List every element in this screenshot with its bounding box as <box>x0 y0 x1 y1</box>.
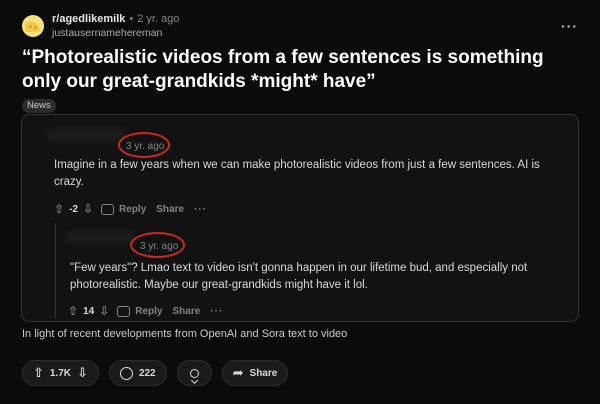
post-flair[interactable]: News <box>22 99 56 113</box>
downvote-icon[interactable]: ⇩ <box>83 202 93 216</box>
upvote-count: 1.7K <box>49 367 72 379</box>
comment-count: 222 <box>138 367 156 379</box>
post-image[interactable]: 3 yr. ago Imagine in a few years when we… <box>21 114 579 322</box>
comment-actions: ⇧ -2 ⇩ Reply Share ··· <box>54 202 207 216</box>
share-icon: ➦ <box>232 365 244 380</box>
post-caption: In light of recent developments from Ope… <box>22 328 348 340</box>
downvote-icon[interactable]: ⇩ <box>77 365 88 381</box>
upvote-icon[interactable]: ⇧ <box>68 304 78 318</box>
subreddit-name[interactable]: r/agedlikemilk <box>52 13 125 25</box>
more-icon[interactable]: ··· <box>561 18 578 34</box>
comment-text: Imagine in a few years when we can make … <box>54 159 540 188</box>
highlight-circle <box>118 132 170 158</box>
share-button[interactable]: Share <box>156 204 184 215</box>
share-label: Share <box>249 367 278 379</box>
comment-actions: ⇧ 14 ⇩ Reply Share ··· <box>68 304 223 318</box>
more-icon[interactable]: ··· <box>194 204 207 215</box>
comments-button[interactable]: 222 <box>108 360 167 386</box>
post-author[interactable]: justausernamehereman <box>52 27 179 39</box>
reply-button[interactable]: Reply <box>117 305 162 317</box>
upvote-icon[interactable]: ⇧ <box>54 202 64 216</box>
post-header: r/agedlikemilk • 2 yr. ago justausername… <box>22 12 179 40</box>
award-icon <box>189 368 199 378</box>
separator-dot: • <box>129 13 134 25</box>
award-button[interactable] <box>176 360 212 386</box>
share-button[interactable]: Share <box>172 306 200 317</box>
redacted-username <box>66 231 136 243</box>
upvote-icon[interactable]: ⇧ <box>33 365 44 381</box>
comment-score: 14 <box>83 305 95 317</box>
post-meta: r/agedlikemilk • 2 yr. ago justausername… <box>52 13 179 39</box>
subreddit-avatar[interactable] <box>22 15 44 37</box>
post-age: 2 yr. ago <box>137 13 180 25</box>
share-button[interactable]: ➦ Share <box>221 360 289 386</box>
comment-icon <box>117 305 131 317</box>
more-icon[interactable]: ··· <box>210 306 223 317</box>
vote-pill: ⇧ 1.7K ⇩ <box>22 360 99 386</box>
comment-icon <box>119 366 133 380</box>
comment-text: "Few years"? Lmao text to video isn't go… <box>70 262 528 291</box>
downvote-icon[interactable]: ⇩ <box>99 304 109 318</box>
thread-line <box>55 223 56 318</box>
comment-score: -2 <box>69 203 78 215</box>
post-title[interactable]: “Photorealistic videos from a few senten… <box>22 46 582 94</box>
comment-icon <box>101 203 115 215</box>
redacted-username <box>46 129 126 141</box>
post-action-bar: ⇧ 1.7K ⇩ 222 ➦ Share <box>22 360 298 386</box>
reply-button[interactable]: Reply <box>101 203 146 215</box>
highlight-circle <box>130 232 185 258</box>
